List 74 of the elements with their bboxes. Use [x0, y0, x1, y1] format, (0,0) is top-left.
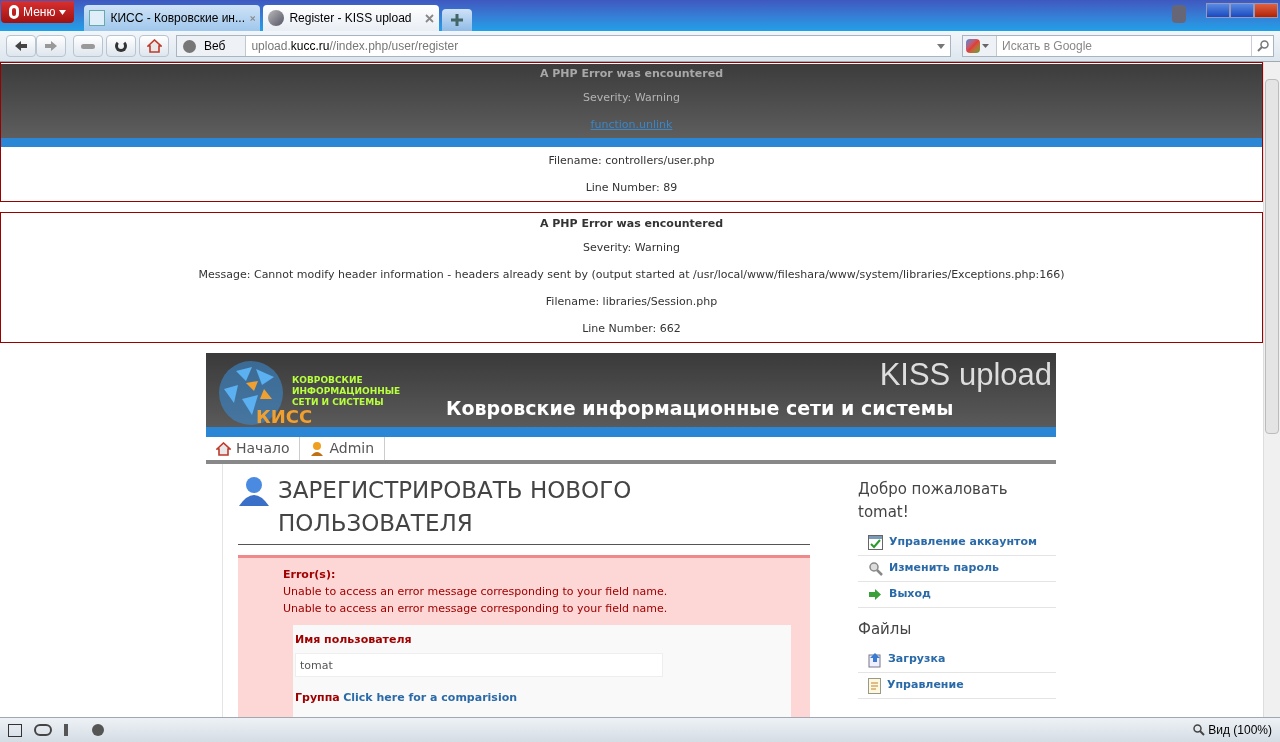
- url-text: upload.kucc.ru//index.php/user/register: [250, 38, 460, 55]
- arrow-icon: [868, 588, 883, 601]
- sidebar-link[interactable]: Изменить пароль: [858, 556, 1056, 582]
- search-icon[interactable]: [1256, 40, 1269, 52]
- maximize-icon[interactable]: [1230, 3, 1254, 18]
- error-text: Unable to access an error message corresponding to your field name.: [283, 584, 669, 600]
- logo-word: КИСС: [256, 407, 313, 427]
- error-line: Line Number: 89: [584, 180, 679, 196]
- input-field[interactable]: tomat: [295, 653, 663, 677]
- search-box[interactable]: Искать в Google: [962, 35, 1274, 57]
- forward-arrow-icon: [45, 41, 57, 51]
- back-arrow-icon: [15, 41, 27, 51]
- sidebar-link[interactable]: Загрузка: [858, 647, 1056, 673]
- menu-button[interactable]: Меню: [1, 1, 75, 23]
- error-text: Unable to access an error message corresponding to your field name.: [283, 601, 669, 617]
- browser-tab[interactable]: Register - KISS upload: [263, 5, 440, 31]
- scrollbar[interactable]: [1263, 62, 1280, 717]
- sidebar-link[interactable]: Управление аккаунтом: [858, 530, 1056, 556]
- site-subtitle: Ковровские информационные сети и системы: [446, 396, 954, 421]
- tab-title: Register - KISS upload: [289, 10, 413, 27]
- close-icon[interactable]: [1254, 3, 1278, 18]
- error-title: A PHP Error was encountered: [538, 66, 725, 82]
- close-icon[interactable]: [249, 13, 256, 23]
- nav-link[interactable]: Admin: [300, 437, 386, 460]
- engine-label: Веб: [204, 38, 227, 55]
- dropdown-icon[interactable]: [937, 43, 945, 49]
- error-severity: Severity: Warning: [581, 90, 682, 106]
- zoom-icon: [1193, 724, 1206, 736]
- logo-text: ИНФОРМАЦИОННЫЕ: [292, 386, 401, 397]
- panel-toggle-icon[interactable]: [8, 723, 22, 737]
- error-message: Message: Cannot modify header information - headers already sent by (output started at /usr/local/www/fileshara/www/system/libraries/Exceptions.php:166): [197, 267, 1066, 283]
- logo-icon: [9, 5, 19, 19]
- upload-icon: [868, 651, 882, 668]
- sidebar-link[interactable]: Выход: [858, 582, 1056, 608]
- error-severity: Severity: Warning: [581, 240, 682, 256]
- logo-text: СЕТИ И СИСТЕМЫ: [292, 397, 385, 408]
- magnifier-icon: [868, 561, 883, 576]
- site-title: KISS upload: [879, 356, 1052, 394]
- user-icon: [238, 476, 270, 506]
- minimize-icon[interactable]: [1206, 3, 1230, 18]
- search-field[interactable]: Искать в Google: [997, 37, 1251, 55]
- page-heading: ЗАРЕГИСТРИРОВАТЬ НОВОГО ПОЛЬЗОВАТЕЛЯ: [278, 476, 633, 538]
- field-label: Имя пользователя: [295, 632, 413, 648]
- new-tab-button[interactable]: [442, 9, 473, 31]
- error-line: Line Number: 662: [581, 321, 682, 337]
- errors-heading: Error(s):: [283, 567, 337, 583]
- house-icon: [216, 441, 231, 456]
- comparison-link[interactable]: Click here for a comparision: [343, 691, 518, 704]
- engine-selector[interactable]: Веб: [177, 36, 247, 56]
- caret-icon: [59, 9, 67, 15]
- field-label: Группа: [295, 691, 340, 704]
- sidebar-heading: Файлы: [858, 619, 913, 640]
- error-title: A PHP Error was encountered: [538, 216, 725, 232]
- person-icon: [310, 441, 325, 456]
- house-icon: [146, 39, 162, 53]
- browser-tab[interactable]: КИСС - Ковровские ин...: [84, 5, 261, 31]
- error-filename: Filename: controllers/user.php: [547, 153, 716, 169]
- logo-text: КОВРОВСКИЕ: [292, 375, 364, 386]
- plus-icon: [451, 14, 464, 26]
- checkmark-window-icon: [868, 535, 883, 550]
- zoom-control[interactable]: Вид (100%): [1193, 721, 1272, 739]
- reload-button[interactable]: [106, 35, 136, 57]
- document-icon: [868, 677, 881, 694]
- address-field[interactable]: Веб upload.kucc.ru//index.php/user/register: [176, 35, 951, 57]
- site-icon: [89, 10, 106, 26]
- nav-link[interactable]: Начало: [206, 437, 301, 460]
- sidebar-heading: Добро пожаловать tomat!: [858, 479, 1009, 523]
- close-icon[interactable]: [425, 13, 435, 23]
- home-button[interactable]: [139, 35, 169, 57]
- sidebar-link[interactable]: Управление: [858, 673, 1056, 699]
- reload-icon: [115, 40, 127, 52]
- error-filename: Filename: libraries/Session.php: [544, 294, 719, 310]
- tab-title: КИСС - Ковровские ин...: [110, 10, 245, 27]
- back-button[interactable]: [6, 35, 36, 57]
